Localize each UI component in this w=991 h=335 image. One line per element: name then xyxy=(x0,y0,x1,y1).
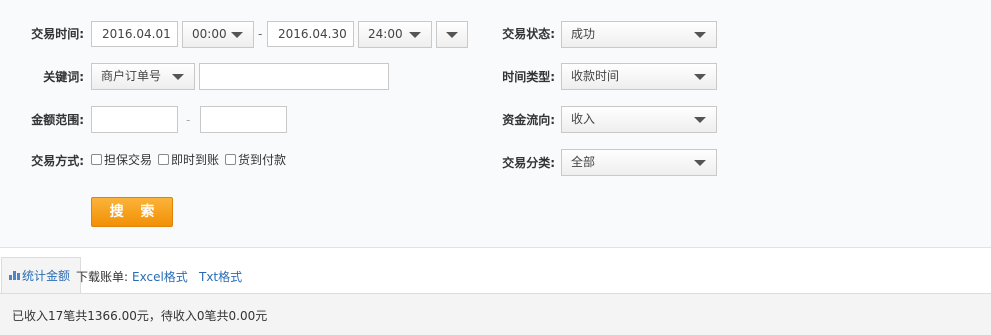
trade-method-label: 交易方式: xyxy=(31,154,84,168)
chevron-down-icon xyxy=(694,117,706,123)
chevron-down-icon xyxy=(694,74,706,80)
income-summary: 已收入17笔共1366.00元，待收入0笔共0.00元 xyxy=(0,293,991,335)
chevron-down-icon xyxy=(694,32,706,38)
amount-max-input[interactable] xyxy=(200,106,287,133)
checkbox-icon[interactable] xyxy=(91,154,102,165)
method-escrow-checkbox[interactable]: 担保交易 xyxy=(91,152,152,168)
search-button[interactable]: 搜 索 xyxy=(91,197,173,227)
chevron-down-icon xyxy=(694,160,706,166)
txt-download-link[interactable]: Txt格式 xyxy=(199,268,242,286)
income-summary-text: 已收入17笔共1366.00元，待收入0笔共0.00元 xyxy=(12,309,268,323)
trade-status-label: 交易状态: xyxy=(502,27,555,41)
time-type-select[interactable]: 收款时间 xyxy=(561,63,717,90)
checkbox-icon[interactable] xyxy=(158,154,169,165)
method-instant-checkbox[interactable]: 即时到账 xyxy=(158,152,219,168)
keyword-input[interactable] xyxy=(199,63,389,90)
tab-statistics[interactable]: 统计金额 xyxy=(1,257,81,294)
time-type-value: 收款时间 xyxy=(571,69,620,83)
trade-status-value: 成功 xyxy=(571,27,596,41)
trade-time-label: 交易时间: xyxy=(31,27,84,41)
fund-flow-value: 收入 xyxy=(571,112,596,126)
trade-category-label: 交易分类: xyxy=(502,156,555,170)
start-date-input[interactable]: 2016.04.01 xyxy=(91,21,178,47)
end-time-value: 24:00 xyxy=(368,27,403,41)
chevron-down-icon xyxy=(172,74,184,80)
amount-range-label: 金额范围: xyxy=(31,113,84,127)
amount-range-separator: - xyxy=(186,113,191,127)
start-time-value: 00:00 xyxy=(192,27,227,41)
end-time-select[interactable]: 24:00 xyxy=(358,21,432,48)
excel-download-link[interactable]: Excel格式 xyxy=(132,268,188,286)
download-label: 下载账单: xyxy=(76,270,129,284)
method-cod-label: 货到付款 xyxy=(238,153,287,167)
keyword-label: 关键词: xyxy=(43,70,84,84)
method-instant-label: 即时到账 xyxy=(171,153,220,167)
fund-flow-select[interactable]: 收入 xyxy=(561,106,717,133)
chevron-down-icon xyxy=(409,32,421,38)
date-range-separator: - xyxy=(258,27,263,41)
start-time-select[interactable]: 00:00 xyxy=(182,21,254,48)
trade-status-select[interactable]: 成功 xyxy=(561,21,717,48)
checkbox-icon[interactable] xyxy=(225,154,236,165)
tab-statistics-label: 统计金额 xyxy=(22,269,71,283)
method-escrow-label: 担保交易 xyxy=(104,153,153,167)
keyword-type-value: 商户订单号 xyxy=(101,69,162,83)
chevron-down-icon xyxy=(446,32,458,38)
chevron-down-icon xyxy=(231,32,243,38)
trade-category-select[interactable]: 全部 xyxy=(561,149,717,176)
end-date-input[interactable]: 2016.04.30 xyxy=(267,21,354,47)
bar-chart-icon xyxy=(9,271,20,280)
keyword-type-select[interactable]: 商户订单号 xyxy=(91,63,195,90)
fund-flow-label: 资金流向: xyxy=(502,113,555,127)
method-cod-checkbox[interactable]: 货到付款 xyxy=(225,152,286,168)
time-type-label: 时间类型: xyxy=(502,70,555,84)
quick-range-dropdown[interactable] xyxy=(436,21,468,48)
trade-category-value: 全部 xyxy=(571,155,596,169)
amount-min-input[interactable] xyxy=(91,106,178,133)
